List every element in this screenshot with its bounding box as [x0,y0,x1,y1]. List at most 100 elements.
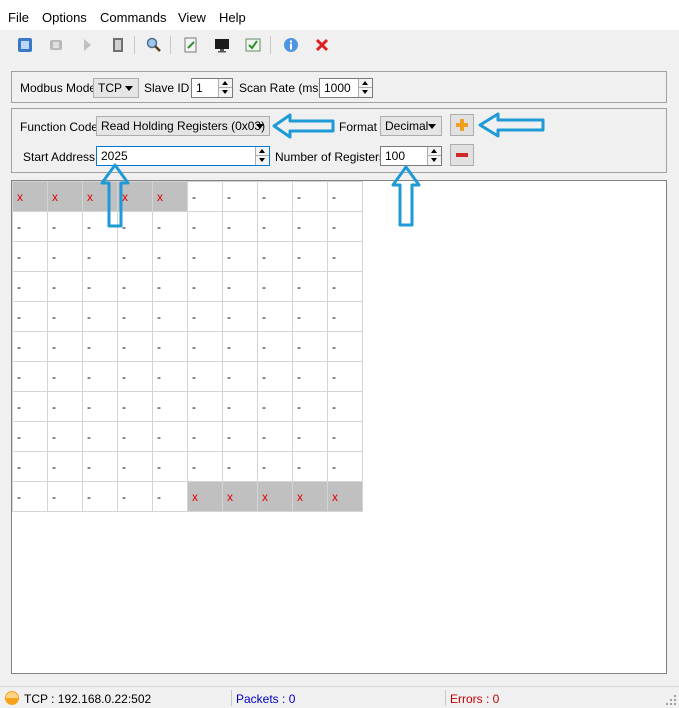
register-cell[interactable]: - [292,211,328,242]
scan-rate-spinbox[interactable]: 1000 [319,78,373,98]
register-cell[interactable]: - [257,391,293,422]
register-count-spinbox[interactable]: 100 [380,146,442,166]
register-cell[interactable]: - [222,181,258,212]
register-cell[interactable]: - [257,451,293,482]
register-cell[interactable]: - [187,181,223,212]
register-cell[interactable]: - [12,301,48,332]
register-cell[interactable]: - [82,451,118,482]
register-cell[interactable]: x [292,481,328,512]
register-cell[interactable]: - [152,301,188,332]
register-cell[interactable]: - [12,361,48,392]
register-cell[interactable]: - [187,391,223,422]
register-cell[interactable]: - [327,331,363,362]
spin-down-icon[interactable] [427,156,441,165]
spin-up-icon[interactable] [427,147,441,156]
menu-options[interactable]: Options [42,10,87,25]
register-cell[interactable]: - [152,391,188,422]
register-cell[interactable]: - [257,421,293,452]
register-cell[interactable]: - [222,301,258,332]
register-cell[interactable]: - [257,181,293,212]
register-cell[interactable]: x [187,481,223,512]
register-cell[interactable]: - [47,271,83,302]
register-cell[interactable]: - [292,301,328,332]
register-cell[interactable]: - [47,331,83,362]
register-cell[interactable]: - [152,451,188,482]
register-cell[interactable]: - [327,451,363,482]
register-cell[interactable]: - [47,361,83,392]
register-cell[interactable]: - [152,331,188,362]
register-cell[interactable]: - [257,271,293,302]
resize-grip-icon[interactable] [665,694,677,706]
register-cell[interactable]: - [82,481,118,512]
scan-icon[interactable] [180,34,202,56]
register-cell[interactable]: x [257,481,293,512]
register-cell[interactable]: - [117,271,153,302]
register-cell[interactable]: - [222,421,258,452]
register-cell[interactable]: - [47,421,83,452]
register-cell[interactable]: - [327,271,363,302]
check-icon[interactable] [242,34,264,56]
register-cell[interactable]: - [222,451,258,482]
register-cell[interactable]: - [12,211,48,242]
register-cell[interactable]: - [117,421,153,452]
register-cell[interactable]: - [47,391,83,422]
read-icon[interactable] [76,34,98,56]
register-cell[interactable]: - [327,361,363,392]
register-cell[interactable]: - [117,301,153,332]
register-cell[interactable]: - [222,361,258,392]
register-cell[interactable]: - [12,331,48,362]
connect-icon[interactable] [14,34,36,56]
register-cell[interactable]: - [187,451,223,482]
register-cell[interactable]: - [327,421,363,452]
register-cell[interactable]: - [292,331,328,362]
menu-commands[interactable]: Commands [100,10,166,25]
spin-up-icon[interactable] [255,147,269,156]
register-cell[interactable]: - [292,361,328,392]
register-cell[interactable]: - [187,331,223,362]
register-cell[interactable]: - [47,481,83,512]
register-cell[interactable]: - [187,241,223,272]
register-cell[interactable]: - [152,361,188,392]
register-cell[interactable]: - [292,271,328,302]
register-cell[interactable]: - [292,451,328,482]
register-cell[interactable]: - [12,271,48,302]
remove-button[interactable] [450,144,474,166]
menu-help[interactable]: Help [219,10,246,25]
register-cell[interactable]: - [152,421,188,452]
register-cell[interactable]: - [47,211,83,242]
modbus-mode-select[interactable]: TCP [93,78,139,98]
register-cell[interactable]: - [12,481,48,512]
menu-file[interactable]: File [8,10,29,25]
close-icon[interactable] [311,34,333,56]
register-cell[interactable]: - [257,361,293,392]
register-cell[interactable]: x [12,181,48,212]
register-cell[interactable]: - [152,241,188,272]
register-cell[interactable]: - [222,271,258,302]
format-select[interactable]: Decimal [380,116,442,136]
reset-icon[interactable] [107,34,129,56]
register-cell[interactable]: - [152,271,188,302]
register-cell[interactable]: - [327,181,363,212]
register-cell[interactable]: - [82,331,118,362]
slave-id-spinbox[interactable]: 1 [191,78,233,98]
register-cell[interactable]: - [257,331,293,362]
register-cell[interactable]: - [117,391,153,422]
register-cell[interactable]: - [327,301,363,332]
search-icon[interactable] [143,34,165,56]
register-cell[interactable]: x [327,481,363,512]
display-icon[interactable] [211,34,233,56]
spin-down-icon[interactable] [255,156,269,165]
register-cell[interactable]: - [187,271,223,302]
register-cell[interactable]: - [327,241,363,272]
register-cell[interactable]: - [82,421,118,452]
register-cell[interactable]: x [47,181,83,212]
register-cell[interactable]: - [292,421,328,452]
spin-down-icon[interactable] [218,88,232,97]
register-cell[interactable]: - [152,211,188,242]
register-cell[interactable]: - [117,451,153,482]
register-cell[interactable]: - [82,361,118,392]
register-cell[interactable]: - [327,391,363,422]
spin-up-icon[interactable] [218,79,232,88]
spin-up-icon[interactable] [358,79,372,88]
register-cell[interactable]: x [152,181,188,212]
